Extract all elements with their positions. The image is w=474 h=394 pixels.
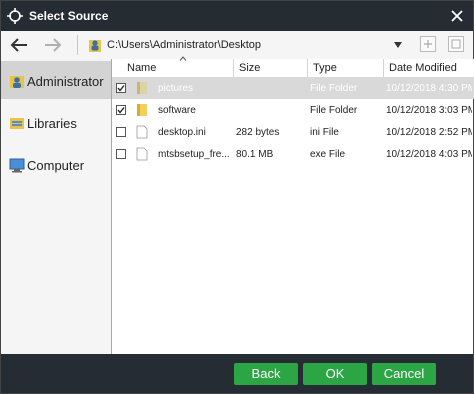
file-list-header: Name Size Type Date Modified	[112, 56, 474, 78]
user-folder-icon	[89, 40, 101, 52]
file-name: software	[158, 105, 196, 116]
sidebar-item-label: Computer	[27, 158, 85, 173]
forward-arrow-icon[interactable]	[41, 34, 65, 56]
check-icon	[117, 85, 125, 92]
row-checkbox[interactable]	[116, 83, 126, 93]
dialog-title: Select Source	[29, 9, 109, 23]
file-size: 282 bytes	[236, 127, 280, 138]
toolbar: C:\Users\Administrator\Desktop	[1, 31, 473, 59]
column-header-label: Name	[127, 62, 157, 74]
sidebar-item-label: Libraries	[27, 116, 77, 131]
plus-icon	[424, 40, 432, 48]
table-row[interactable]: desktop.ini 282 bytes ini File 10/12/201…	[112, 121, 474, 143]
file-type: ini File	[310, 127, 339, 138]
check-icon	[117, 107, 125, 114]
table-row[interactable]: software File Folder 10/12/2018 3:03 PM	[112, 99, 474, 121]
view-options-button[interactable]	[448, 36, 464, 52]
path-dropdown-icon[interactable]	[393, 41, 403, 49]
back-arrow-icon[interactable]	[7, 34, 31, 56]
column-header-type[interactable]: Type	[308, 59, 384, 77]
user-folder-icon	[10, 76, 24, 88]
file-date: 10/12/2018 2:52 PM	[386, 127, 472, 138]
view-icon	[451, 39, 461, 49]
app-logo-icon	[7, 8, 23, 24]
sidebar-item-label: Administrator	[27, 74, 104, 89]
sidebar-item-computer[interactable]: Computer	[1, 145, 111, 183]
sidebar-item-libraries[interactable]: Libraries	[1, 103, 111, 141]
column-header-label: Type	[313, 62, 337, 74]
computer-icon	[9, 158, 25, 173]
back-button[interactable]: Back	[234, 363, 298, 385]
table-row[interactable]: mtsbsetup_fre... 80.1 MB exe File 10/12/…	[112, 143, 474, 165]
file-name: pictures	[158, 83, 194, 94]
close-icon[interactable]	[447, 6, 467, 26]
path-field[interactable]: C:\Users\Administrator\Desktop	[107, 39, 261, 51]
file-date: 10/12/2018 4:03 PM	[386, 149, 472, 160]
file-type: exe File	[310, 149, 346, 160]
row-checkbox[interactable]	[116, 149, 126, 159]
column-header-size[interactable]: Size	[234, 59, 308, 77]
file-list: Name Size Type Date Modified pictures Fi…	[111, 56, 474, 354]
row-checkbox[interactable]	[116, 105, 126, 115]
file-date: 10/12/2018 4:30 PM	[386, 83, 472, 94]
column-header-label: Size	[239, 62, 261, 74]
sort-ascending-icon	[179, 56, 187, 61]
file-type: File Folder	[310, 83, 358, 94]
sidebar: Administrator Libraries Computer	[1, 59, 111, 354]
sidebar-item-administrator[interactable]: Administrator	[1, 61, 111, 99]
select-source-dialog: Select Source C:\Users\Administrator\Des…	[0, 0, 474, 394]
cancel-button[interactable]: Cancel	[372, 363, 436, 385]
file-icon	[136, 147, 148, 161]
row-checkbox[interactable]	[116, 127, 126, 137]
column-header-name[interactable]: Name	[122, 56, 234, 77]
folder-icon	[137, 82, 147, 94]
ok-button[interactable]: OK	[303, 363, 367, 385]
file-size: 80.1 MB	[236, 149, 274, 160]
dialog-footer: Back OK Cancel	[1, 354, 473, 393]
file-name: desktop.ini	[158, 127, 206, 138]
column-header-date[interactable]: Date Modified	[384, 59, 474, 77]
new-folder-button[interactable]	[420, 36, 436, 52]
title-bar: Select Source	[1, 1, 473, 31]
table-row[interactable]: pictures File Folder 10/12/2018 4:30 PM	[112, 77, 474, 99]
file-type: File Folder	[310, 105, 358, 116]
toolbar-divider	[77, 35, 78, 55]
column-header-label: Date Modified	[389, 62, 457, 74]
file-date: 10/12/2018 3:03 PM	[386, 105, 472, 116]
file-icon	[136, 125, 148, 139]
libraries-icon	[10, 118, 24, 129]
file-name: mtsbsetup_fre...	[158, 149, 230, 160]
folder-icon	[137, 104, 147, 116]
